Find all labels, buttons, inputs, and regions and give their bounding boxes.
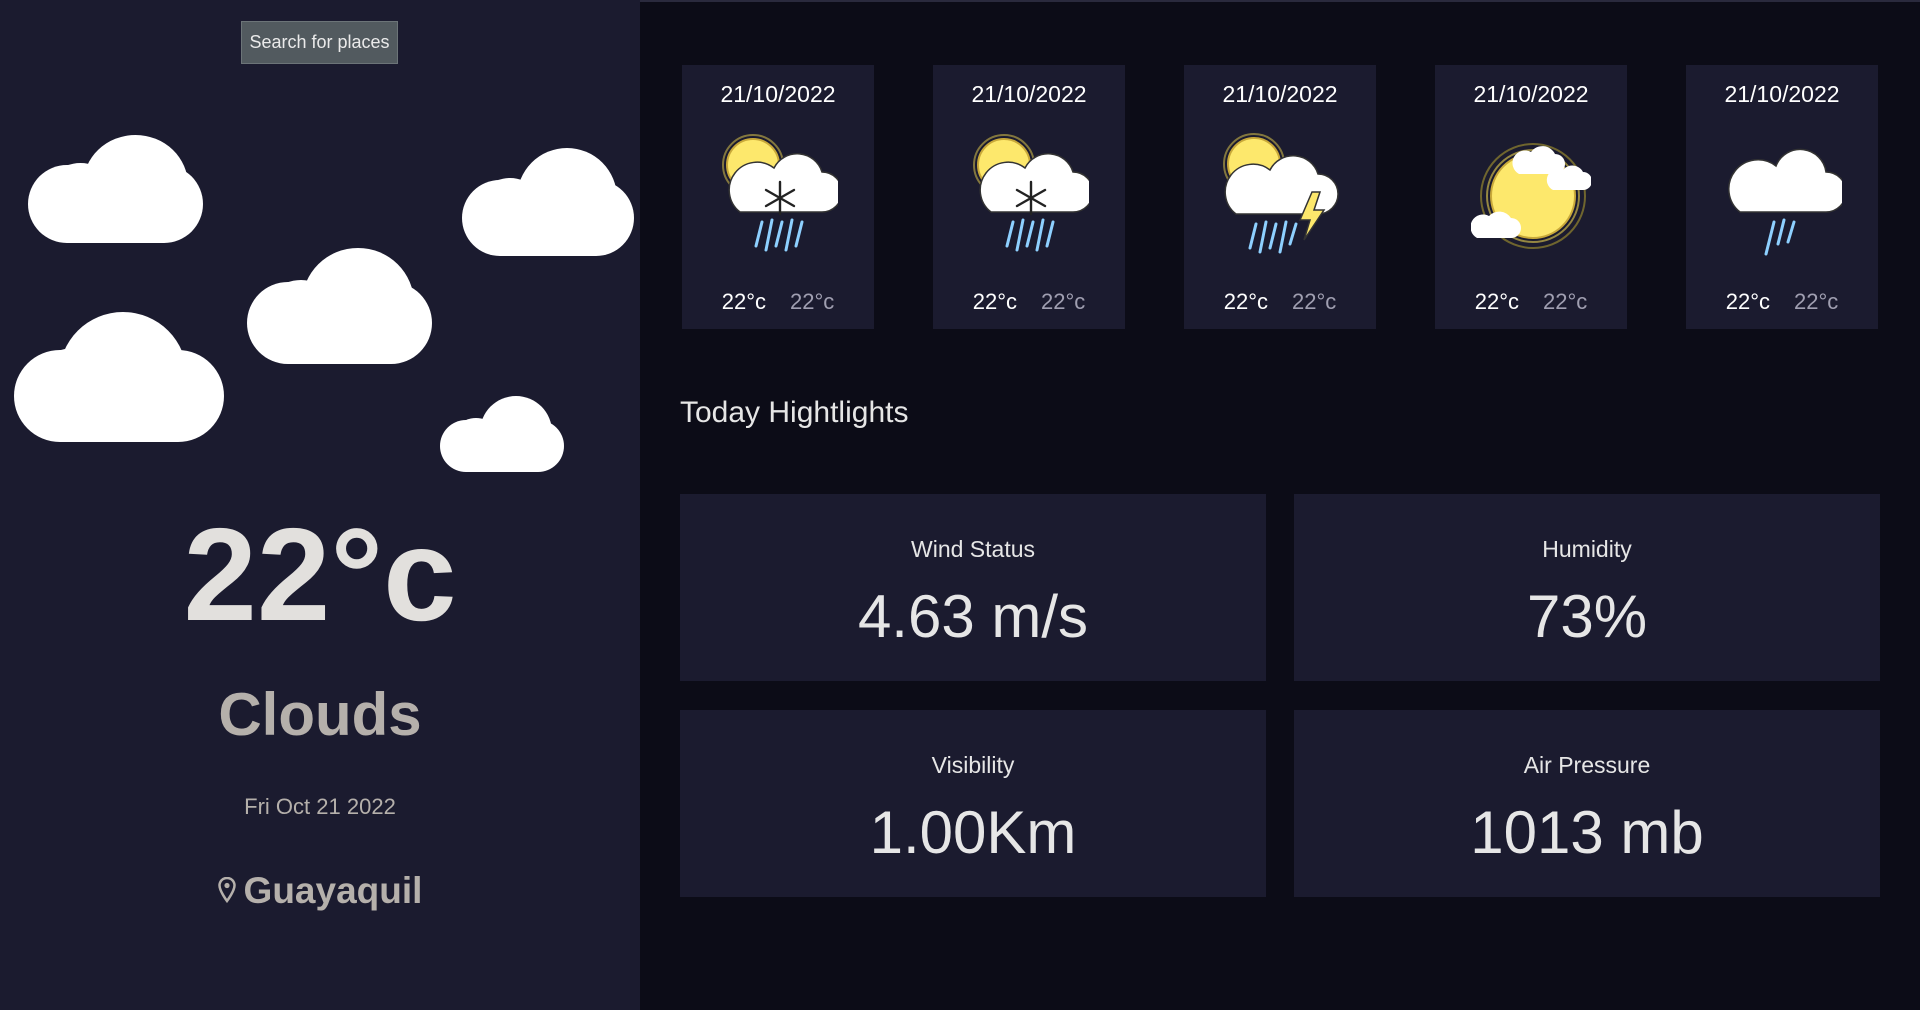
highlight-value: 4.63 m/s (857, 583, 1089, 650)
current-location: Guayaquil (0, 868, 640, 914)
sun-clouds-icon (1470, 130, 1592, 260)
current-date: Fri Oct 21 2022 (244, 794, 396, 819)
forecast-date: 21/10/2022 (1724, 81, 1840, 107)
highlight-label: Wind Status (911, 536, 1035, 562)
forecast-date: 21/10/2022 (1222, 81, 1338, 107)
forecast-card: 21/10/2022 22°c 22°c (1686, 65, 1878, 329)
forecast-card: 21/10/2022 22°c 22°c (933, 65, 1125, 329)
forecast-max-temp: 22°c (1223, 289, 1268, 314)
cloud-rain-icon (1722, 130, 1847, 260)
highlight-label: Air Pressure (1523, 752, 1651, 778)
forecast-max-temp: 22°c (972, 289, 1017, 314)
highlight-label: Humidity (1542, 536, 1632, 562)
sun-thunder-rain-icon (1220, 130, 1340, 260)
current-condition: Clouds (218, 681, 422, 748)
location-name: Guayaquil (243, 870, 423, 911)
forecast-date: 21/10/2022 (971, 81, 1087, 107)
air-pressure-card: Air Pressure 1013 mb (1294, 710, 1880, 897)
wind-status-card: Wind Status 4.63 m/s (680, 494, 1266, 681)
forecast-card: 21/10/2022 22°c 22°c (1435, 65, 1627, 329)
current-weather-sidebar: Search for places 22°c Clouds Fri Oct 21… (0, 0, 640, 1010)
visibility-card: Visibility 1.00Km (680, 710, 1266, 897)
forecast-min-temp: 22°c (1543, 289, 1588, 314)
location-pin-icon (217, 868, 236, 914)
highlight-value: 73% (1526, 583, 1648, 650)
highlight-label: Visibility (931, 752, 1015, 778)
highlight-value: 1013 mb (1470, 799, 1704, 866)
highlights-title: Today Hightlights (680, 396, 909, 429)
forecast-min-temp: 22°c (1794, 289, 1839, 314)
forecast-card: 21/10/2022 22°c 22°c (1184, 65, 1376, 329)
humidity-card: Humidity 73% (1294, 494, 1880, 681)
forecast-max-temp: 22°c (1725, 289, 1770, 314)
forecast-card: 21/10/2022 22°c 22°c (682, 65, 874, 329)
forecast-min-temp: 22°c (790, 289, 835, 314)
sun-snow-rain-icon (718, 130, 843, 260)
search-places-button[interactable]: Search for places (241, 21, 398, 64)
highlight-value: 1.00Km (869, 799, 1077, 866)
forecast-date: 21/10/2022 (720, 81, 836, 107)
forecast-max-temp: 22°c (1474, 289, 1519, 314)
forecast-min-temp: 22°c (1041, 289, 1086, 314)
forecast-max-temp: 22°c (721, 289, 766, 314)
sun-snow-rain-icon (969, 130, 1094, 260)
forecast-min-temp: 22°c (1292, 289, 1337, 314)
forecast-date: 21/10/2022 (1473, 81, 1589, 107)
current-temperature: 22°c (183, 501, 457, 648)
